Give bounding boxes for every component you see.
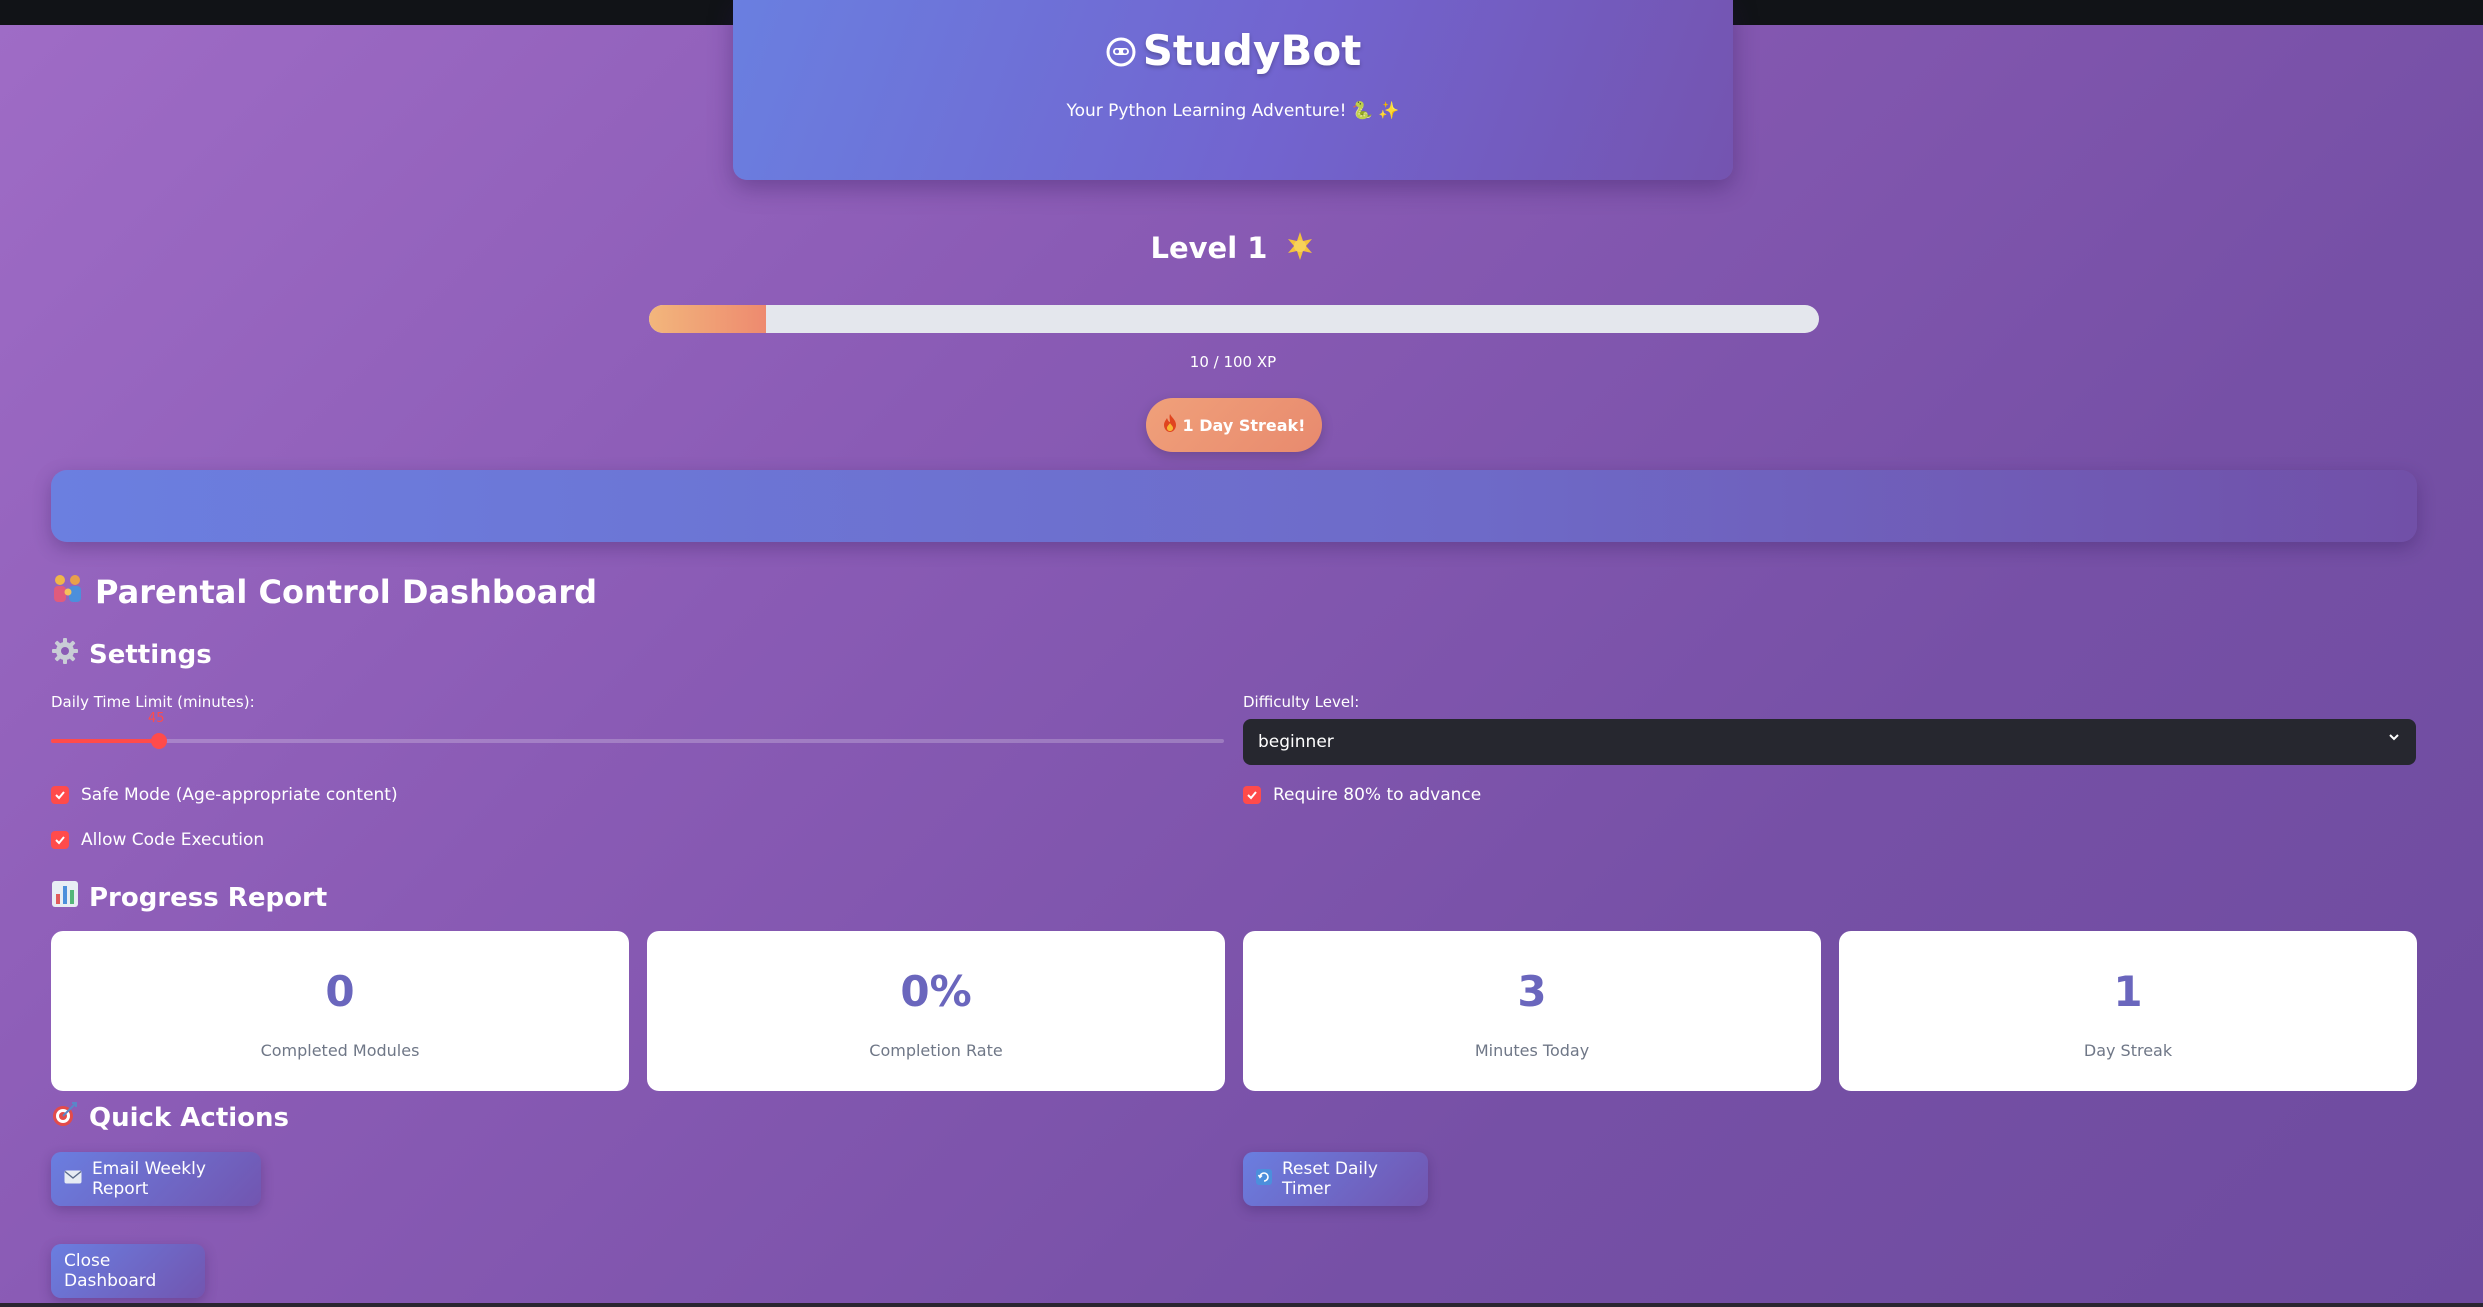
difficulty-select-value: beginner: [1258, 732, 1334, 752]
difficulty-select[interactable]: beginner: [1243, 719, 2416, 765]
robot-face-icon: [1105, 29, 1137, 78]
stat-label: Minutes Today: [1474, 1041, 1590, 1060]
check-icon: [51, 831, 69, 849]
xp-progress-bar: [649, 305, 1819, 333]
reset-daily-timer-button[interactable]: Reset Daily Timer: [1243, 1152, 1428, 1206]
dashboard-title: Parental Control Dashboard: [95, 573, 598, 611]
settings-title: Settings: [89, 639, 212, 670]
stat-card-completed-modules: 0 Completed Modules: [51, 931, 629, 1091]
bar-chart-icon: [51, 880, 79, 915]
xp-text: 10 / 100 XP: [1189, 353, 1277, 371]
xp-progress-fill: [649, 305, 766, 333]
app-title-text: StudyBot: [1142, 26, 1362, 75]
header-card: StudyBot Your Python Learning Adventure!…: [733, 0, 1733, 180]
progress-title: Progress Report: [89, 882, 328, 913]
mail-icon: [64, 1169, 82, 1189]
fire-icon: [1163, 414, 1177, 436]
email-weekly-report-button[interactable]: Email Weekly Report: [51, 1152, 261, 1206]
stat-value: 1: [2113, 967, 2143, 1016]
banner-bar: [51, 470, 2417, 542]
close-dashboard-label: Close Dashboard: [64, 1251, 157, 1291]
safe-mode-checkbox[interactable]: Safe Mode (Age-appropriate content): [51, 785, 398, 805]
close-dashboard-button[interactable]: Close Dashboard: [51, 1244, 205, 1298]
family-icon: [51, 572, 85, 612]
target-icon: [51, 1100, 79, 1135]
require-80-label: Require 80% to advance: [1273, 785, 1482, 805]
settings-heading: Settings: [51, 637, 212, 672]
stat-value: 0%: [900, 967, 972, 1016]
stat-value: 0: [325, 967, 355, 1016]
level-label: Level 1: [1150, 231, 1268, 265]
safe-mode-label: Safe Mode (Age-appropriate content): [81, 785, 398, 805]
dashboard-heading: Parental Control Dashboard: [51, 572, 597, 612]
stat-card-completion-rate: 0% Completion Rate: [647, 931, 1225, 1091]
stat-label: Completion Rate: [869, 1041, 1003, 1060]
stat-label: Completed Modules: [260, 1041, 420, 1060]
level-heading: Level 1: [0, 230, 2466, 269]
stat-label: Day Streak: [2083, 1041, 2173, 1060]
bottom-edge: [0, 1303, 2483, 1307]
chevron-down-icon: [2389, 734, 2399, 741]
stat-value: 3: [1517, 967, 1547, 1016]
time-limit-value: 45: [148, 711, 165, 726]
allow-code-execution-checkbox[interactable]: Allow Code Execution: [51, 830, 264, 850]
check-icon: [1243, 786, 1261, 804]
quick-actions-heading: Quick Actions: [51, 1100, 289, 1135]
time-limit-slider-thumb[interactable]: [151, 733, 167, 749]
streak-label: 1 Day Streak!: [1182, 415, 1306, 435]
require-80-checkbox[interactable]: Require 80% to advance: [1243, 785, 1481, 805]
allow-code-execution-label: Allow Code Execution: [81, 830, 265, 850]
check-icon: [51, 786, 69, 804]
difficulty-label: Difficulty Level:: [1243, 693, 1360, 711]
time-limit-label: Daily Time Limit (minutes):: [51, 693, 255, 711]
stat-card-day-streak: 1 Day Streak: [1839, 931, 2417, 1091]
time-limit-slider-fill: [51, 739, 159, 743]
progress-heading: Progress Report: [51, 880, 327, 915]
gear-icon: [51, 637, 79, 672]
email-weekly-report-label: Email Weekly Report: [92, 1159, 206, 1199]
quick-actions-title: Quick Actions: [89, 1102, 290, 1133]
reset-daily-timer-label: Reset Daily Timer: [1282, 1159, 1378, 1199]
refresh-icon: [1256, 1168, 1272, 1190]
stat-card-minutes-today: 3 Minutes Today: [1243, 931, 1821, 1091]
streak-badge: 1 Day Streak!: [1146, 398, 1322, 452]
star-icon: [1284, 230, 1316, 269]
app-title: StudyBot: [733, 26, 1733, 78]
app-subtitle: Your Python Learning Adventure! 🐍 ✨: [1066, 101, 1400, 121]
time-limit-slider-track[interactable]: [51, 739, 1224, 743]
